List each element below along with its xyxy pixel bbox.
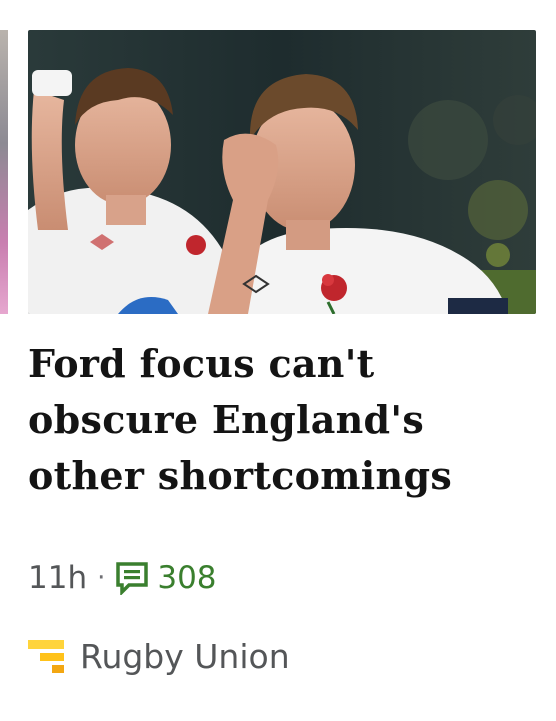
- separator-dot: ·: [97, 563, 106, 593]
- article-card[interactable]: Ford focus can't obscure England's other…: [28, 0, 536, 721]
- topic-link[interactable]: Rugby Union: [28, 634, 290, 678]
- comment-count: 308: [157, 560, 217, 596]
- timestamp: 11h: [28, 560, 88, 596]
- bbc-sport-topic-icon: [28, 640, 64, 673]
- article-meta: 11h · 308: [28, 558, 217, 598]
- topic-label: Rugby Union: [80, 636, 290, 676]
- headline[interactable]: Ford focus can't obscure England's other…: [28, 336, 528, 504]
- article-image[interactable]: [28, 30, 536, 314]
- comment-bubble-icon: [116, 562, 149, 595]
- comments-link[interactable]: 308: [115, 560, 217, 596]
- previous-card-edge[interactable]: [0, 30, 8, 314]
- rugby-players-photo: [28, 30, 536, 314]
